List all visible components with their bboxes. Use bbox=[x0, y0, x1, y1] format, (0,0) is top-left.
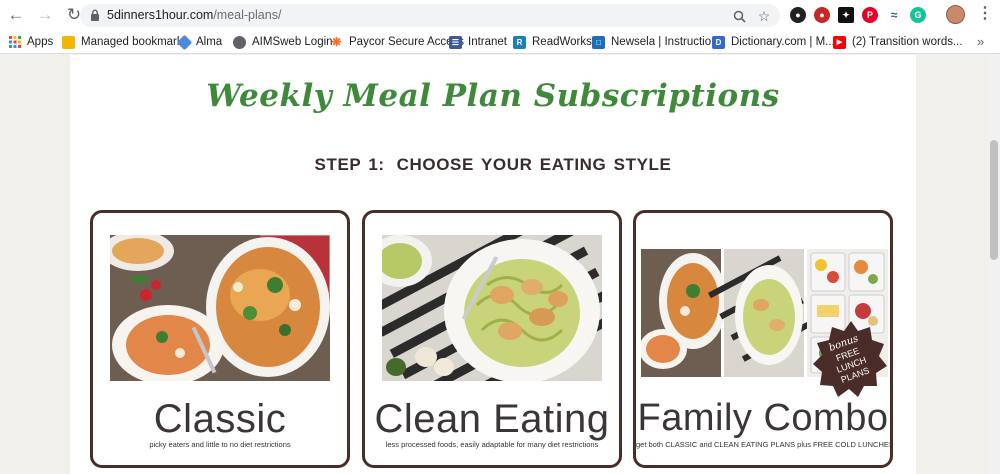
newsela-icon: □ bbox=[592, 35, 605, 49]
bookmark-readworks[interactable]: R ReadWorks bbox=[513, 33, 592, 51]
step-heading: STEP 1: CHOOSE YOUR EATING STYLE bbox=[70, 155, 916, 175]
youtube-icon: ▶ bbox=[833, 35, 846, 49]
step-text: CHOOSE YOUR EATING STYLE bbox=[396, 155, 672, 174]
plan-subtitle: less processed foods, easily adaptable f… bbox=[385, 440, 599, 449]
bookmark-managed[interactable]: Managed bookmarks bbox=[62, 33, 188, 51]
extension-grid-icon[interactable]: ✦ bbox=[838, 7, 854, 23]
bookmark-youtube[interactable]: ▶ (2) Transition words... bbox=[833, 33, 963, 51]
bookmark-label: AIMSweb Login bbox=[252, 36, 333, 48]
bookmarks-bar: Apps Managed bookmarks Alma AIMSweb Logi… bbox=[0, 30, 1000, 54]
plan-title: Family Combo bbox=[637, 397, 889, 439]
plan-subtitle: get both CLASSIC and CLEAN EATING PLANS … bbox=[636, 440, 893, 449]
extension-wave-icon[interactable]: ≈ bbox=[886, 7, 902, 23]
bookmark-label: Paycor Secure Access bbox=[349, 36, 465, 48]
bookmark-label: (2) Transition words... bbox=[852, 36, 963, 48]
step-number: STEP 1: bbox=[314, 155, 385, 174]
page-headline: Weekly Meal Plan Subscriptions bbox=[206, 78, 780, 114]
bonus-badge: bonus FREE LUNCH PLANS bbox=[813, 321, 887, 397]
browser-toolbar: ← → ↻ 5dinners1hour.com/meal-plans/ ☆ ● … bbox=[0, 0, 1000, 30]
paycor-icon: ❋ bbox=[331, 35, 342, 49]
scrollbar-thumb[interactable] bbox=[990, 140, 998, 260]
dictionary-icon: D bbox=[712, 35, 725, 49]
pinterest-icon[interactable]: P bbox=[862, 7, 878, 23]
extension-record-icon[interactable]: ● bbox=[814, 7, 830, 23]
grammarly-icon[interactable]: G bbox=[910, 7, 926, 23]
plan-card-clean-eating[interactable]: Clean Eating less processed foods, easil… bbox=[362, 210, 622, 468]
apps-grid-icon bbox=[8, 36, 21, 49]
bookmark-intranet[interactable]: ☰ Intranet bbox=[449, 33, 507, 51]
folder-icon bbox=[62, 35, 75, 49]
profile-avatar[interactable] bbox=[946, 5, 965, 24]
zoom-icon[interactable] bbox=[730, 7, 748, 25]
plan-title: Classic bbox=[153, 397, 287, 441]
alma-icon bbox=[176, 34, 193, 50]
plan-card-family-combo[interactable]: bonus FREE LUNCH PLANS Family Combo get … bbox=[633, 210, 893, 468]
forward-arrow-icon[interactable]: → bbox=[32, 2, 58, 28]
bookmark-label: Alma bbox=[196, 36, 223, 48]
extension-puzzle-icon[interactable]: ● bbox=[790, 7, 806, 23]
bookmark-paycor[interactable]: ❋ Paycor Secure Access bbox=[330, 33, 464, 51]
bookmark-star-icon[interactable]: ☆ bbox=[755, 7, 773, 25]
url-text: 5dinners1hour.com/meal-plans/ bbox=[107, 8, 281, 22]
plan-subtitle: picky eaters and little to no diet restr… bbox=[149, 440, 291, 449]
address-bar[interactable]: 5dinners1hour.com/meal-plans/ ☆ bbox=[80, 4, 780, 27]
clean-eating-zoodles-photo bbox=[382, 235, 602, 381]
lock-icon bbox=[91, 9, 99, 21]
bookmark-label: Intranet bbox=[468, 36, 507, 48]
globe-icon bbox=[233, 35, 246, 49]
bookmark-apps[interactable]: Apps bbox=[8, 33, 53, 51]
url-domain: 5dinners1hour.com bbox=[107, 8, 214, 22]
bookmark-label: ReadWorks bbox=[532, 36, 592, 48]
menu-kebab-icon[interactable]: ⋮ bbox=[977, 6, 993, 22]
bookmark-alma[interactable]: Alma bbox=[176, 33, 223, 51]
plan-title: Clean Eating bbox=[374, 397, 610, 441]
bookmark-label: Dictionary.com | M... bbox=[731, 36, 835, 48]
bookmark-aimsweb[interactable]: AIMSweb Login bbox=[233, 33, 333, 51]
bookmark-label: Newsela | Instructio... bbox=[611, 36, 721, 48]
readworks-icon: R bbox=[513, 35, 526, 49]
intranet-icon: ☰ bbox=[449, 35, 462, 49]
bookmark-newsela[interactable]: □ Newsela | Instructio... bbox=[592, 33, 721, 51]
url-path: /meal-plans/ bbox=[213, 8, 282, 22]
plan-card-classic[interactable]: Classic picky eaters and little to no di… bbox=[90, 210, 350, 468]
bookmark-dictionary[interactable]: D Dictionary.com | M... bbox=[712, 33, 835, 51]
bookmark-label: Managed bookmarks bbox=[81, 36, 189, 48]
classic-pasta-photo bbox=[110, 235, 330, 381]
bookmarks-overflow-icon[interactable]: » bbox=[977, 34, 984, 49]
scrollbar[interactable] bbox=[988, 55, 1000, 474]
back-arrow-icon[interactable]: ← bbox=[3, 2, 29, 28]
bookmark-label: Apps bbox=[27, 36, 54, 48]
